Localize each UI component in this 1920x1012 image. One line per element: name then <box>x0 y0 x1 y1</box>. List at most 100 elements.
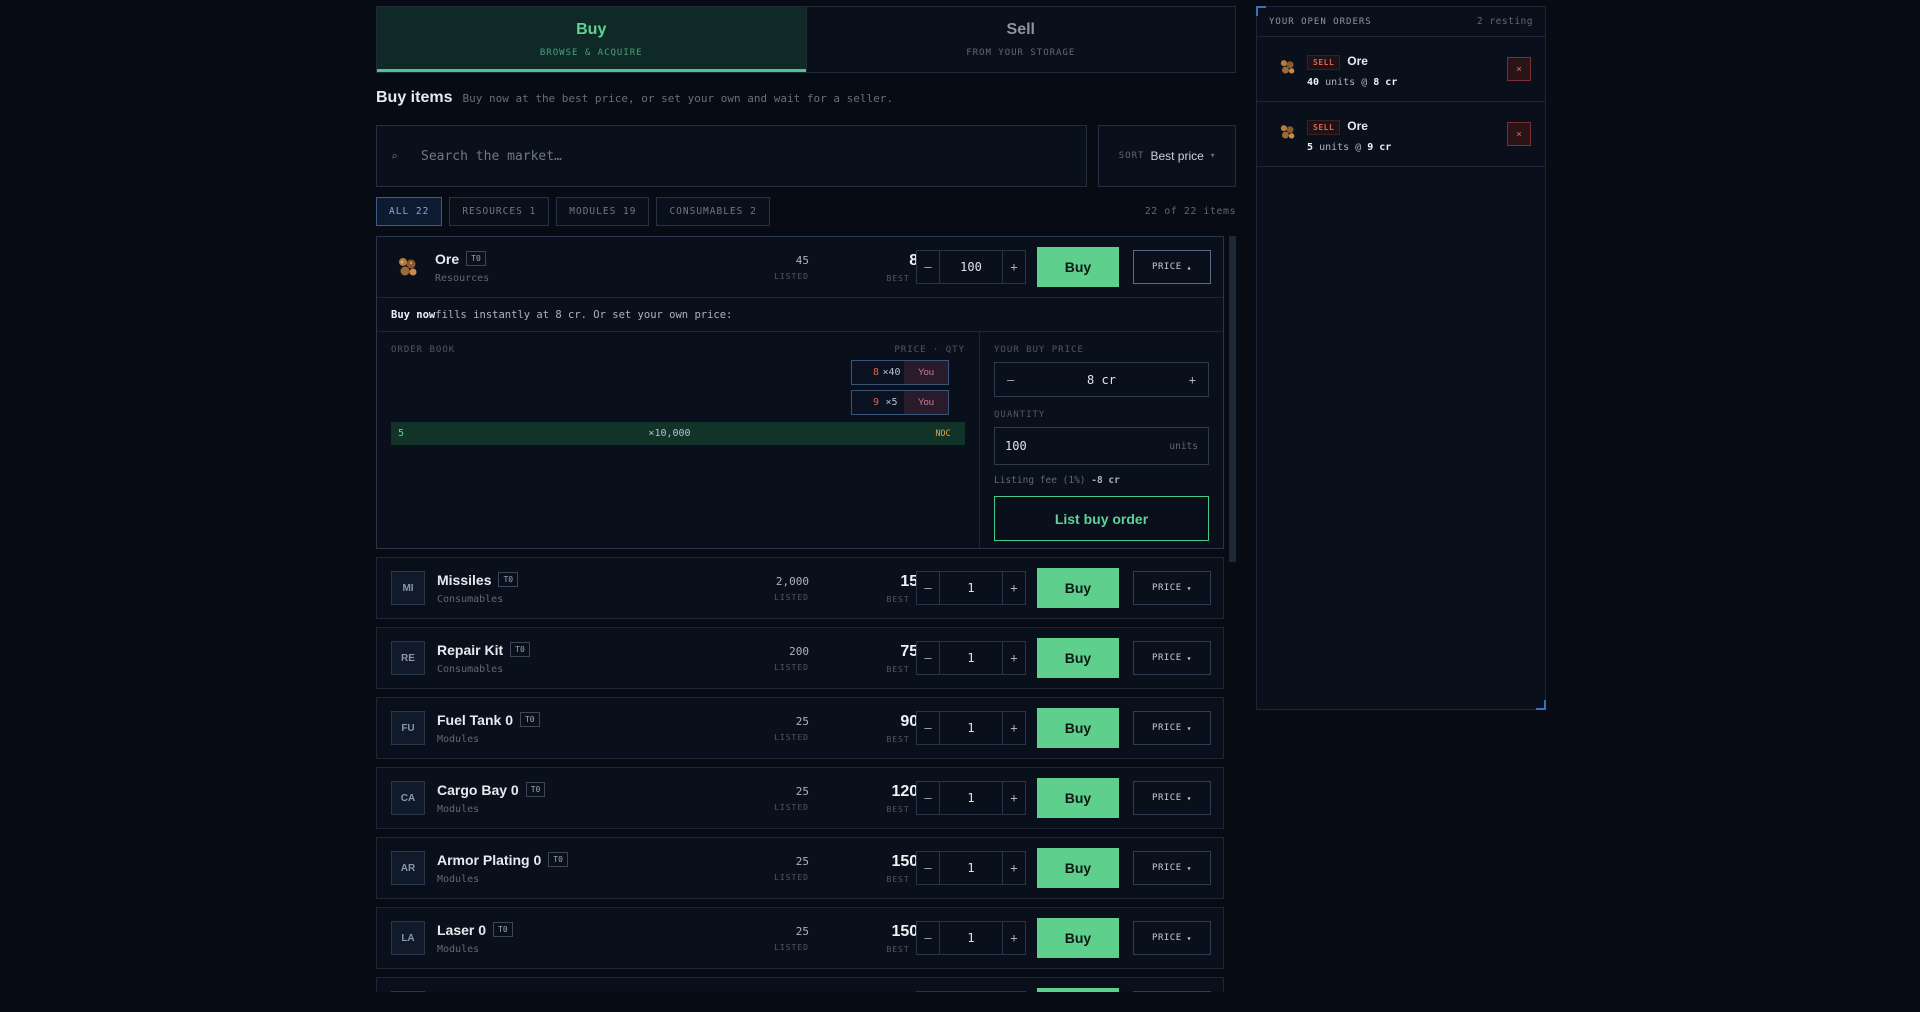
increment-button[interactable]: + <box>1002 922 1025 954</box>
item-row[interactable]: LALaser 0T0Modules25LISTED150crBEST ASK–… <box>377 908 1223 968</box>
item-row[interactable]: RERepair KitT0Consumables200LISTED75crBE… <box>377 628 1223 688</box>
listed-count: 2,000 LISTED <box>729 575 809 602</box>
item-row[interactable]: SCScanner 0T0Modules25LISTED150crBEST AS… <box>377 978 1223 992</box>
quantity-stepper: –100 + <box>916 250 1026 284</box>
item-info: Cargo Bay 0 T0 Modules <box>437 782 737 815</box>
item-row[interactable]: ARArmor Plating 0T0Modules25LISTED150crB… <box>377 838 1223 898</box>
item-row[interactable]: OreT0Resources45LISTED8crBEST ASK–100+Bu… <box>377 237 1223 297</box>
filter-resources[interactable]: RESOURCES 1 <box>449 197 550 226</box>
buy-button[interactable]: Buy <box>1037 568 1119 608</box>
filter-modules[interactable]: MODULES 19 <box>556 197 650 226</box>
tier-badge: T0 <box>498 572 519 587</box>
price-toggle-button[interactable]: PRICE▾ <box>1133 991 1211 992</box>
buy-button[interactable]: Buy <box>1037 848 1119 888</box>
price-toggle-button[interactable]: PRICE▾ <box>1133 571 1211 605</box>
decrement-button[interactable]: – <box>917 572 940 604</box>
decrement-button[interactable]: – <box>917 782 940 814</box>
price-toggle-button[interactable]: PRICE▾ <box>1133 711 1211 745</box>
increment-button[interactable]: + <box>1002 852 1025 884</box>
item-thumb: LA <box>391 921 425 955</box>
item-name-line: Ore T0 <box>435 251 735 267</box>
quantity-value[interactable]: 1 <box>940 721 1002 735</box>
tier-badge: T0 <box>519 712 540 727</box>
cancel-order-button[interactable]: × <box>1507 122 1531 146</box>
price-decrement-button[interactable]: – <box>1007 373 1014 387</box>
open-order-info: SELL Ore 5 units @ 9 cr <box>1307 115 1391 153</box>
item-thumb: AR <box>391 851 425 885</box>
order-qty: ×5 <box>885 397 898 408</box>
increment-button[interactable]: + <box>1002 782 1025 814</box>
item-row[interactable]: CACargo Bay 0T0Modules25LISTED120crBEST … <box>377 768 1223 828</box>
order-book-row[interactable]: 9 ×5 You <box>851 390 949 415</box>
item-list[interactable]: OreT0Resources45LISTED8crBEST ASK–100+Bu… <box>376 236 1224 992</box>
item-row[interactable]: FUFuel Tank 0T0Modules25LISTED90crBEST A… <box>377 698 1223 758</box>
quantity-input-value[interactable]: 100 <box>1005 439 1027 453</box>
item-category: Modules <box>437 733 480 745</box>
item-thumb: CA <box>391 781 425 815</box>
filter-all[interactable]: ALL 22 <box>376 197 443 226</box>
order-item-name: Ore <box>1347 119 1368 133</box>
buy-button[interactable]: Buy <box>1037 247 1119 287</box>
listed-label: LISTED <box>774 872 809 882</box>
item-thumb: FU <box>391 711 425 745</box>
order-owner: You <box>904 361 948 384</box>
order-book-row[interactable]: 5 ×10,000 NOC <box>391 422 965 445</box>
quantity-value[interactable]: 1 <box>940 581 1002 595</box>
decrement-button[interactable]: – <box>917 642 940 674</box>
increment-button[interactable]: + <box>1002 642 1025 674</box>
best-ask-value: 150 <box>891 922 919 940</box>
tab-buy[interactable]: Buy BROWSE & ACQUIRE <box>377 7 806 72</box>
price-increment-button[interactable]: + <box>1189 373 1196 387</box>
price-toggle-button[interactable]: PRICE▾ <box>1133 641 1211 675</box>
decrement-button[interactable]: – <box>917 922 940 954</box>
buy-button[interactable]: Buy <box>1037 638 1119 678</box>
listed-value: 25 <box>795 714 809 728</box>
price-toggle-button[interactable]: PRICE▾ <box>1133 851 1211 885</box>
quantity-field[interactable]: 100 units <box>994 427 1209 465</box>
buy-price-value[interactable]: 8 cr <box>1087 373 1116 387</box>
quantity-value[interactable]: 1 <box>940 931 1002 945</box>
chevron-down-icon: ▾ <box>1186 933 1192 943</box>
increment-button[interactable]: + <box>1002 251 1025 283</box>
tab-sell[interactable]: Sell FROM YOUR STORAGE <box>805 7 1235 72</box>
decrement-button[interactable]: – <box>917 852 940 884</box>
quantity-value[interactable]: 100 <box>940 260 1002 274</box>
filter-consumables[interactable]: CONSUMABLES 2 <box>656 197 770 226</box>
decrement-button[interactable]: – <box>917 712 940 744</box>
buy-button[interactable]: Buy <box>1037 778 1119 818</box>
mode-tabs: Buy BROWSE & ACQUIRE Sell FROM YOUR STOR… <box>376 6 1236 73</box>
ore-icon <box>1277 122 1297 146</box>
item-row[interactable]: MIMissilesT0Consumables2,000LISTED15crBE… <box>377 558 1223 618</box>
increment-button[interactable]: + <box>1002 572 1025 604</box>
list-scrollbar[interactable] <box>1229 236 1236 562</box>
item-category: Modules <box>437 943 480 955</box>
item-name-line: Cargo Bay 0 T0 <box>437 782 737 798</box>
listed-value: 200 <box>789 644 809 658</box>
order-units: 5 <box>1307 142 1314 153</box>
order-price: 8 cr <box>1373 77 1398 88</box>
listed-count: 25 LISTED <box>729 715 809 742</box>
order-book-row[interactable]: 8 ×40 You <box>851 360 949 385</box>
item-info: Missiles T0 Consumables <box>437 572 737 605</box>
cancel-order-button[interactable]: × <box>1507 57 1531 81</box>
buy-button[interactable]: Buy <box>1037 708 1119 748</box>
order-book-header: ORDER BOOK PRICE · QTY <box>391 345 965 355</box>
tab-buy-label: Buy <box>576 21 607 38</box>
price-toggle-label: PRICE <box>1152 262 1182 272</box>
price-toggle-button[interactable]: PRICE ▴ <box>1133 250 1211 284</box>
price-toggle-button[interactable]: PRICE▾ <box>1133 781 1211 815</box>
tab-sell-sub: FROM YOUR STORAGE <box>966 48 1076 58</box>
buy-button[interactable]: Buy <box>1037 988 1119 992</box>
quantity-value[interactable]: 1 <box>940 791 1002 805</box>
sort-dropdown[interactable]: SORT Best price ▾ <box>1098 125 1236 187</box>
quantity-value[interactable]: 1 <box>940 651 1002 665</box>
quantity-value[interactable]: 1 <box>940 861 1002 875</box>
increment-button[interactable]: + <box>1002 712 1025 744</box>
item-name: Laser 0 <box>437 921 487 938</box>
search-input[interactable] <box>419 147 1023 165</box>
decrement-button[interactable]: – <box>917 251 940 283</box>
search-box[interactable]: ⌕ <box>376 125 1087 187</box>
buy-button[interactable]: Buy <box>1037 918 1119 958</box>
list-buy-order-button[interactable]: List buy order <box>994 496 1209 541</box>
price-toggle-button[interactable]: PRICE▾ <box>1133 921 1211 955</box>
